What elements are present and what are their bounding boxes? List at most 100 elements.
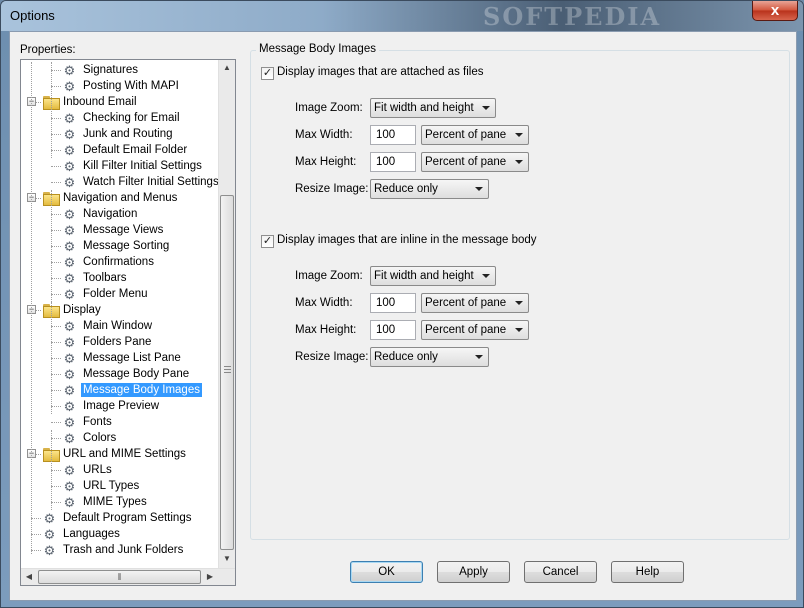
tree-item-label: Confirmations — [83, 256, 154, 268]
tree-item-default-program-settings[interactable]: ⚙ Default Program Settings — [21, 510, 221, 526]
grip-icon — [224, 366, 231, 373]
tree-guide-line — [51, 190, 52, 318]
attached-image-zoom-value: Fit width and height — [374, 102, 474, 114]
chevron-down-icon — [475, 187, 483, 191]
tree-connector — [51, 374, 61, 375]
gear-icon: ⚙ — [63, 271, 76, 286]
gear-icon: ⚙ — [63, 463, 76, 478]
attached-max-height-unit-select[interactable]: Percent of pane — [421, 152, 529, 172]
scroll-down-icon[interactable]: ▼ — [219, 551, 235, 567]
inline-max-width-unit-select[interactable]: Percent of pane — [421, 293, 529, 313]
gear-icon: ⚙ — [63, 367, 76, 382]
chevron-down-icon — [515, 328, 523, 332]
close-icon: x — [770, 2, 780, 19]
gear-icon: ⚙ — [63, 223, 76, 238]
gear-icon: ⚙ — [43, 543, 56, 558]
tree-connector — [51, 422, 61, 423]
inline-max-height-unit-select[interactable]: Percent of pane — [421, 320, 529, 340]
attached-max-width-input[interactable] — [371, 126, 415, 144]
inline-max-height-input[interactable] — [371, 321, 415, 339]
attached-images-label: Display images that are attached as file… — [277, 66, 484, 78]
window-title: Options — [10, 8, 55, 23]
inline-max-width-unit-value: Percent of pane — [425, 297, 507, 309]
tree-item-label: Junk and Routing — [83, 128, 173, 140]
properties-tree[interactable]: ⚙ Signatures ⚙ Posting With MAPI − Inbound Em… — [20, 59, 236, 586]
tree-item-fonts[interactable]: ⚙ Fonts — [21, 414, 221, 430]
tree-item-label: Colors — [83, 432, 117, 444]
vertical-scroll-thumb[interactable] — [220, 195, 234, 550]
attached-max-width-unit-select[interactable]: Percent of pane — [421, 125, 529, 145]
tree-item-trash-and-junk-folders[interactable]: ⚙ Trash and Junk Folders — [21, 542, 221, 558]
attached-max-height-label: Max Height: — [295, 156, 357, 168]
help-button[interactable]: Help — [611, 561, 684, 583]
attached-max-width-field[interactable] — [370, 125, 416, 145]
group-title: Message Body Images — [256, 43, 379, 55]
chevron-down-icon — [515, 301, 523, 305]
gear-icon: ⚙ — [63, 495, 76, 510]
options-window: Options SOFTPEDIA x Properties: ⚙ Signatu… — [0, 0, 804, 608]
tree-item-label: Toolbars — [83, 272, 127, 284]
gear-icon: ⚙ — [63, 207, 76, 222]
scroll-right-icon[interactable]: ▶ — [202, 569, 218, 585]
inline-resize-value: Reduce only — [374, 351, 438, 363]
tree-vertical-scrollbar[interactable]: ▲ ▼ — [218, 60, 235, 568]
tree-item-label: URL and MIME Settings — [63, 448, 186, 460]
tree-guide-line — [51, 62, 52, 158]
attached-images-checkbox[interactable]: ✓ — [261, 67, 274, 80]
tree-horizontal-scrollbar[interactable]: ◀ ⦀ ▶ — [21, 568, 235, 585]
inline-resize-select[interactable]: Reduce only — [370, 347, 489, 367]
tree-connector — [51, 326, 61, 327]
tree-connector — [51, 214, 61, 215]
tree-connector — [51, 406, 61, 407]
tree-item-label: Navigation and Menus — [63, 192, 178, 204]
scroll-left-icon[interactable]: ◀ — [21, 569, 37, 585]
ok-button[interactable]: OK — [350, 561, 423, 583]
inline-max-height-unit-value: Percent of pane — [425, 324, 507, 336]
tree-connector — [51, 134, 61, 135]
cancel-button[interactable]: Cancel — [524, 561, 597, 583]
dialog-client: Properties: ⚙ Signatures ⚙ Posting With MAP… — [9, 31, 797, 601]
tree-guide-line — [51, 302, 52, 414]
chevron-down-icon — [482, 274, 490, 278]
close-button[interactable]: x — [752, 1, 798, 21]
inline-max-width-field[interactable] — [370, 293, 416, 313]
inline-max-width-input[interactable] — [371, 294, 415, 312]
attached-image-zoom-select[interactable]: Fit width and height — [370, 98, 496, 118]
tree-guide-line — [51, 430, 52, 510]
gear-icon: ⚙ — [63, 255, 76, 270]
attached-resize-value: Reduce only — [374, 183, 438, 195]
tree-item-watch-filter-initial-settings[interactable]: ⚙ Watch Filter Initial Settings — [21, 174, 221, 190]
tree-connector — [51, 86, 61, 87]
horizontal-scroll-thumb[interactable]: ⦀ — [38, 570, 201, 584]
tree-item-label: Message Body Pane — [83, 368, 190, 380]
tree-item-label: Signatures — [83, 64, 138, 76]
tree-connector — [51, 502, 61, 503]
gear-icon: ⚙ — [63, 351, 76, 366]
tree-item-label: Default Program Settings — [63, 512, 192, 524]
checkmark-icon: ✓ — [262, 67, 273, 79]
gear-icon: ⚙ — [63, 127, 76, 142]
tree-item-label: Message Views — [83, 224, 164, 236]
tree-connector — [51, 150, 61, 151]
tree-item-label: Image Preview — [83, 400, 160, 412]
tree-connector — [51, 470, 61, 471]
title-bar[interactable]: Options SOFTPEDIA x — [1, 1, 803, 31]
scroll-up-icon[interactable]: ▲ — [219, 60, 235, 76]
chevron-down-icon — [515, 160, 523, 164]
inline-image-zoom-select[interactable]: Fit width and height — [370, 266, 496, 286]
tree-item-label: Kill Filter Initial Settings — [83, 160, 202, 172]
attached-max-height-unit-value: Percent of pane — [425, 156, 507, 168]
tree-item-languages[interactable]: ⚙ Languages — [21, 526, 221, 542]
tree-connector — [51, 230, 61, 231]
gear-icon: ⚙ — [63, 399, 76, 414]
inline-images-checkbox[interactable]: ✓ — [261, 235, 274, 248]
tree-connector — [51, 70, 61, 71]
attached-max-height-input[interactable] — [371, 153, 415, 171]
tree-connector — [51, 118, 61, 119]
tree-item-kill-filter-initial-settings[interactable]: ⚙ Kill Filter Initial Settings — [21, 158, 221, 174]
attached-max-height-field[interactable] — [370, 152, 416, 172]
inline-max-height-field[interactable] — [370, 320, 416, 340]
tree-connector — [51, 182, 61, 183]
attached-resize-select[interactable]: Reduce only — [370, 179, 489, 199]
apply-button[interactable]: Apply — [437, 561, 510, 583]
